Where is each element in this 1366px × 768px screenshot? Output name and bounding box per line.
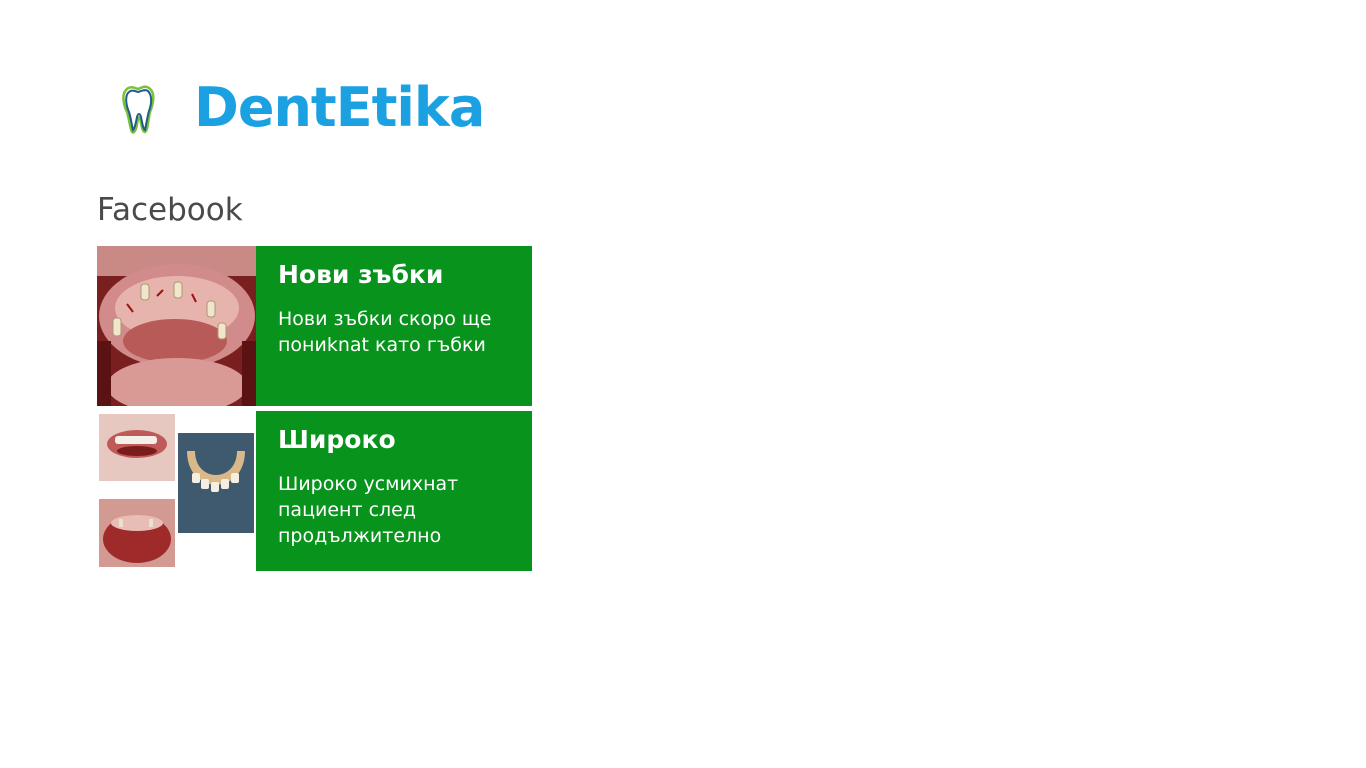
section-title: Facebook xyxy=(97,192,243,228)
tile-text: Широко усмихнат пациент след продължител… xyxy=(278,473,459,547)
app-header: DentEtika xyxy=(118,72,485,144)
app-root: DentEtika Facebook Нови зъбки Нови зъбки… xyxy=(0,0,1366,768)
dental-collage-photo xyxy=(97,411,256,571)
dental-implants-photo xyxy=(97,246,256,406)
tooth-icon xyxy=(122,85,155,134)
tile-body: Нови зъбки Нови зъбки скоро ще пониknat … xyxy=(256,246,532,406)
news-tile-2[interactable]: Широко Широко усмихнат пациент след прод… xyxy=(97,411,532,571)
tile-title: Нови зъбки xyxy=(278,260,444,289)
tile-body: Широко Широко усмихнат пациент след прод… xyxy=(256,411,532,571)
tile-text: Нови зъбки скоро ще пониknat като гъбки xyxy=(278,308,492,356)
tile-title: Широко xyxy=(278,425,396,454)
news-tile-1[interactable]: Нови зъбки Нови зъбки скоро ще пониknat … xyxy=(97,246,532,406)
app-title: DentEtika xyxy=(194,76,485,139)
